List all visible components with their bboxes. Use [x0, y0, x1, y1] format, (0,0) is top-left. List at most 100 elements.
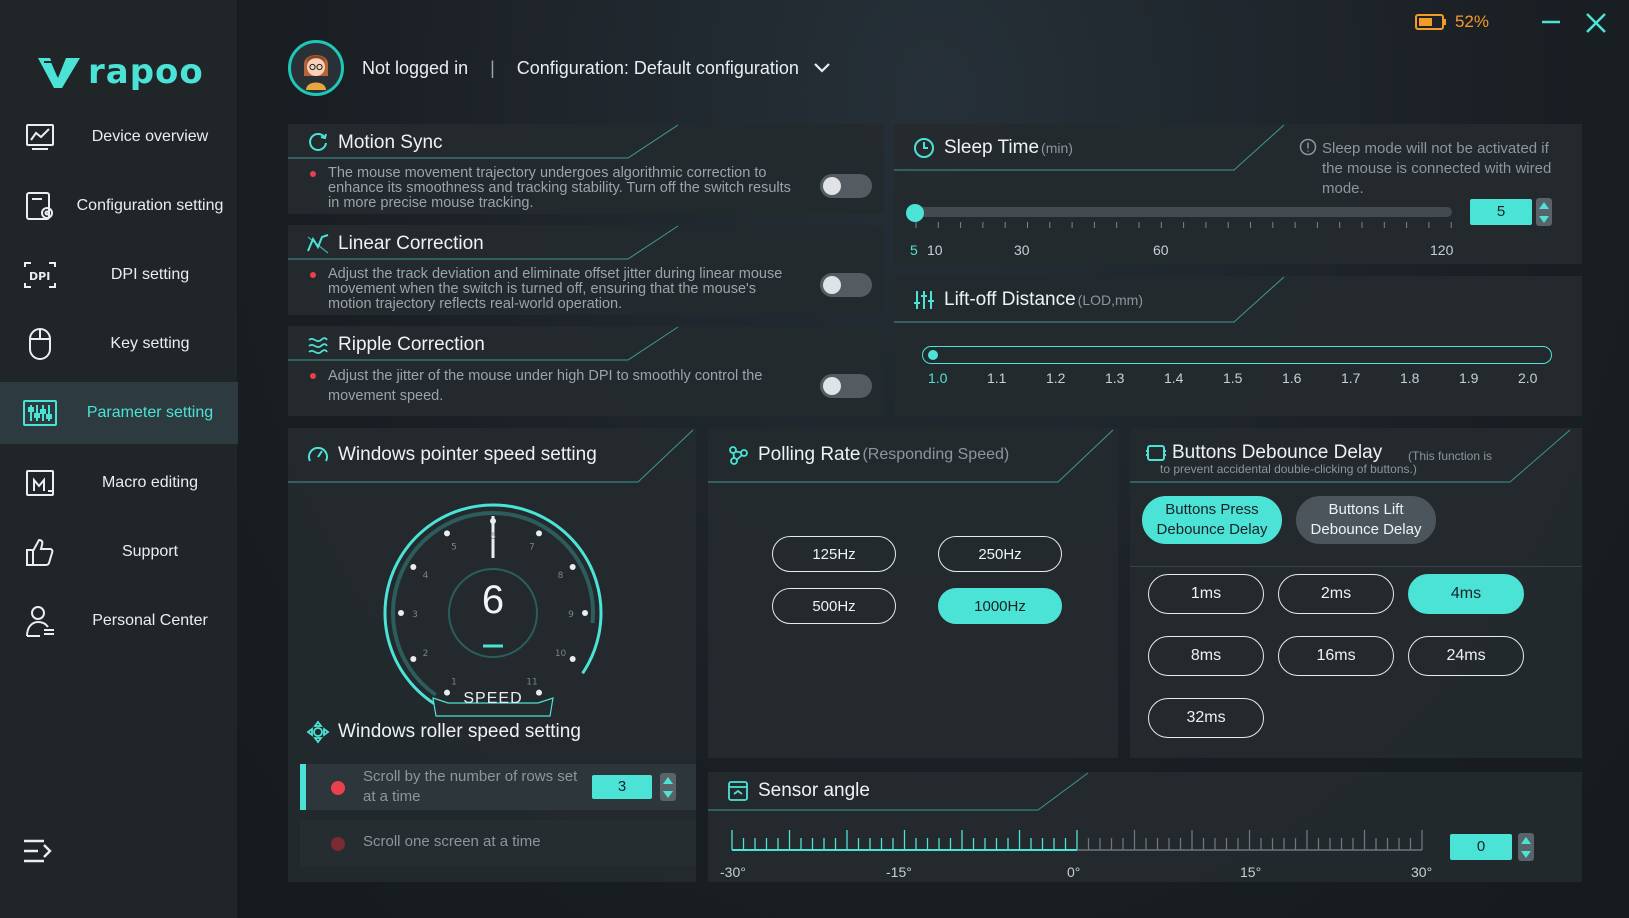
- gauge-dot: [569, 564, 576, 570]
- polling-125hz-button[interactable]: 125Hz: [772, 536, 896, 572]
- gauge-number: 8: [558, 571, 564, 581]
- step-down-icon[interactable]: [1521, 850, 1531, 858]
- press-debounce-tab[interactable]: Buttons Press Debounce Delay: [1142, 496, 1282, 544]
- step-down-icon[interactable]: [1539, 215, 1549, 223]
- radio-unselected-icon[interactable]: [331, 837, 345, 851]
- minimize-icon[interactable]: [1539, 10, 1563, 34]
- avatar[interactable]: [288, 40, 344, 96]
- sidebar-item-configuration-setting[interactable]: Configuration setting: [0, 175, 238, 237]
- sensor-angle-slider[interactable]: [728, 828, 1428, 858]
- close-icon[interactable]: [1583, 10, 1609, 36]
- sleep-tick-label: 60: [1153, 242, 1169, 258]
- sleep-time-input[interactable]: 5: [1470, 199, 1532, 225]
- main-area: 52% Not logged in | Configuration: Defau…: [238, 0, 1629, 918]
- lod-slider-thumb[interactable]: [928, 350, 938, 360]
- lod-tick-label: 1.7: [1341, 370, 1361, 386]
- sleep-time-stepper[interactable]: [1536, 198, 1552, 226]
- sleep-time-slider-thumb[interactable]: [906, 204, 924, 222]
- motion-sync-description: The mouse movement trajectory undergoes …: [310, 166, 798, 211]
- sidebar-item-key-setting[interactable]: Key setting: [0, 313, 238, 375]
- sensor-angle-stepper[interactable]: [1518, 833, 1534, 861]
- sleep-time-slider[interactable]: [914, 207, 1452, 217]
- linear-correction-header: Linear Correction: [288, 227, 484, 261]
- sidebar-item-personal-center[interactable]: Personal Center: [0, 590, 238, 652]
- sidebar-item-label: Configuration setting: [76, 197, 224, 214]
- sidebar-item-dpi-setting[interactable]: DPI DPI setting: [0, 244, 238, 306]
- rapoo-logo: rapoo: [36, 52, 204, 92]
- polling-500hz-button[interactable]: 500Hz: [772, 588, 896, 624]
- mouse-icon: [22, 326, 58, 362]
- configuration-select[interactable]: Configuration: Default configuration: [517, 58, 799, 79]
- ripple-correction-title: Ripple Correction: [338, 334, 485, 355]
- step-up-icon[interactable]: [1539, 201, 1549, 209]
- sensor-icon: [726, 779, 750, 803]
- angle-tick-label: -30°: [720, 864, 746, 880]
- polling-rate-header: Polling Rate (Responding Speed): [708, 430, 1009, 480]
- sidebar-item-label: Device overview: [91, 128, 209, 145]
- ripple-correction-icon: [306, 333, 330, 357]
- motion-sync-header: Motion Sync: [288, 126, 443, 160]
- polling-250hz-button[interactable]: 250Hz: [938, 536, 1062, 572]
- polling-1000hz-button[interactable]: 1000Hz: [938, 588, 1062, 624]
- sidebar-item-label: Macro editing: [101, 474, 199, 491]
- debounce-32ms-button[interactable]: 32ms: [1148, 698, 1264, 738]
- pointer-speed-panel: Windows pointer speed setting 1 2 3 4 5 6 7 8 9 1…: [288, 428, 696, 882]
- gauge-dot: [536, 530, 542, 537]
- lod-tick-label: 1.1: [987, 370, 1007, 386]
- battery-percent: 52%: [1454, 12, 1489, 31]
- linear-correction-toggle[interactable]: [820, 273, 872, 297]
- ripple-correction-description: Adjust the jitter of the mouse under hig…: [310, 366, 798, 406]
- linear-correction-panel: Linear Correction Adjust the track devia…: [288, 225, 884, 315]
- thumbs-up-icon: [22, 534, 58, 570]
- sidebar-item-macro-editing[interactable]: Macro editing: [0, 452, 238, 514]
- lift-debounce-tab[interactable]: Buttons Lift Debounce Delay: [1296, 496, 1436, 544]
- debounce-4ms-button[interactable]: 4ms: [1408, 574, 1524, 614]
- sidebar-item-label: Parameter setting: [86, 404, 214, 421]
- gauge-dot: [569, 656, 576, 662]
- gauge-dot: [582, 610, 588, 616]
- sleep-time-title: Sleep Time: [944, 137, 1040, 158]
- sleep-tick-label: 5: [910, 242, 918, 258]
- step-down-icon[interactable]: [663, 790, 673, 798]
- debounce-2ms-button[interactable]: 2ms: [1278, 574, 1394, 614]
- step-up-icon[interactable]: [663, 776, 673, 784]
- step-up-icon[interactable]: [1521, 836, 1531, 844]
- sleep-time-note: Sleep mode will not be activated if the …: [1322, 140, 1552, 197]
- debounce-8ms-button[interactable]: 8ms: [1148, 636, 1264, 676]
- sidebar-item-device-overview[interactable]: Device overview: [0, 106, 238, 168]
- lod-panel: Lift-off Distance (LOD,mm) 1.0 1.1 1.2 1.3 1…: [894, 276, 1582, 416]
- scroll-screen-label: Scroll one screen at a time: [363, 833, 541, 850]
- lod-slider[interactable]: [922, 346, 1552, 364]
- scroll-screen-option[interactable]: Scroll one screen at a time: [300, 820, 696, 866]
- sidebar-item-support[interactable]: Support: [0, 521, 238, 583]
- scroll-rows-option[interactable]: Scroll by the number of rows set at a ti…: [300, 764, 696, 810]
- debounce-16ms-button[interactable]: 16ms: [1278, 636, 1394, 676]
- scroll-rows-stepper[interactable]: [660, 773, 676, 801]
- gauge-dot: [398, 610, 404, 616]
- scroll-rows-input[interactable]: 3: [592, 775, 652, 799]
- menu-toggle-icon[interactable]: [22, 836, 54, 866]
- gauge-number: 4: [423, 571, 429, 581]
- angle-tick-label: -15°: [886, 864, 912, 880]
- polling-rate-subtitle: (Responding Speed): [862, 446, 1010, 463]
- motion-sync-toggle[interactable]: [820, 174, 872, 198]
- gauge-number: 10: [555, 649, 567, 659]
- sleep-tick-label: 120: [1430, 242, 1454, 258]
- ripple-correction-toggle[interactable]: [820, 374, 872, 398]
- motion-sync-panel: Motion Sync The mouse movement trajector…: [288, 124, 884, 214]
- login-status[interactable]: Not logged in: [362, 58, 468, 79]
- avatar-illustration-icon: [304, 55, 328, 90]
- gauge-dot: [490, 518, 496, 524]
- speed-label: SPEED: [463, 690, 523, 707]
- sleep-time-header: Sleep Time (min): [894, 126, 1073, 170]
- debounce-divider: [1130, 566, 1582, 567]
- sidebar-item-parameter-setting[interactable]: Parameter setting: [0, 382, 238, 444]
- sensor-angle-input[interactable]: 0: [1450, 834, 1512, 860]
- debounce-1ms-button[interactable]: 1ms: [1148, 574, 1264, 614]
- motion-sync-icon: [306, 131, 330, 155]
- radio-selected-icon[interactable]: [331, 781, 345, 795]
- lod-tick-label: 1.3: [1105, 370, 1125, 386]
- sidebar-item-label: Personal Center: [92, 612, 208, 629]
- debounce-24ms-button[interactable]: 24ms: [1408, 636, 1524, 676]
- chevron-down-icon[interactable]: [813, 58, 833, 78]
